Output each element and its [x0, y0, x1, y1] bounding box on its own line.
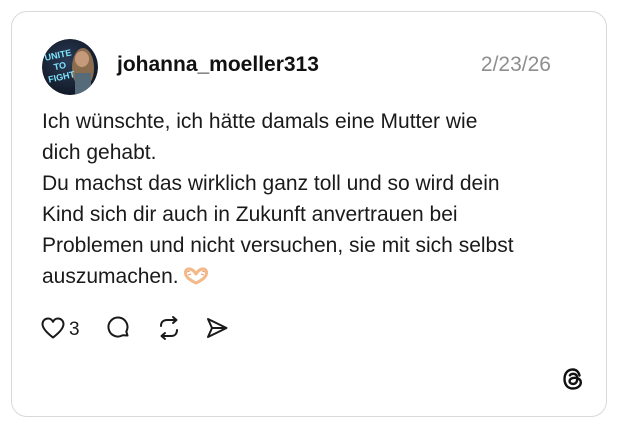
reply-button[interactable]	[106, 315, 132, 346]
comment-bubble-icon	[106, 315, 132, 346]
repost-icon	[156, 315, 182, 346]
heart-hands-emoji-icon	[183, 263, 209, 294]
share-button[interactable]	[204, 315, 230, 346]
post-text-line: dich gehabt.	[42, 141, 157, 164]
like-count: 3	[69, 319, 80, 340]
post-card: UNITE TO FIGHT johanna_moeller313 2/23/2…	[11, 11, 607, 417]
avatar[interactable]: UNITE TO FIGHT	[42, 39, 98, 95]
username[interactable]: johanna_moeller313	[117, 53, 319, 77]
post-date: 2/23/26	[480, 53, 551, 76]
post-text-line: auszumachen.	[42, 265, 179, 288]
post-text: Ich wünschte, ich hätte damals eine Mutt…	[42, 106, 582, 294]
post-text-line-last: auszumachen.	[42, 261, 582, 294]
post-text-line: Problemen und nicht versuchen, sie mit s…	[42, 234, 514, 257]
post-text-line: Ich wünschte, ich hätte damals eine Mutt…	[42, 110, 478, 133]
send-icon	[204, 315, 230, 346]
post-actions: 3	[40, 315, 230, 346]
heart-icon	[40, 316, 66, 345]
like-button[interactable]: 3	[40, 316, 80, 345]
threads-logo-icon	[560, 366, 586, 392]
repost-button[interactable]	[156, 315, 182, 346]
post-text-line: Kind sich dir auch in Zukunft anvertraue…	[42, 203, 458, 226]
post-text-line: Du machst das wirklich ganz toll und so …	[42, 172, 500, 195]
